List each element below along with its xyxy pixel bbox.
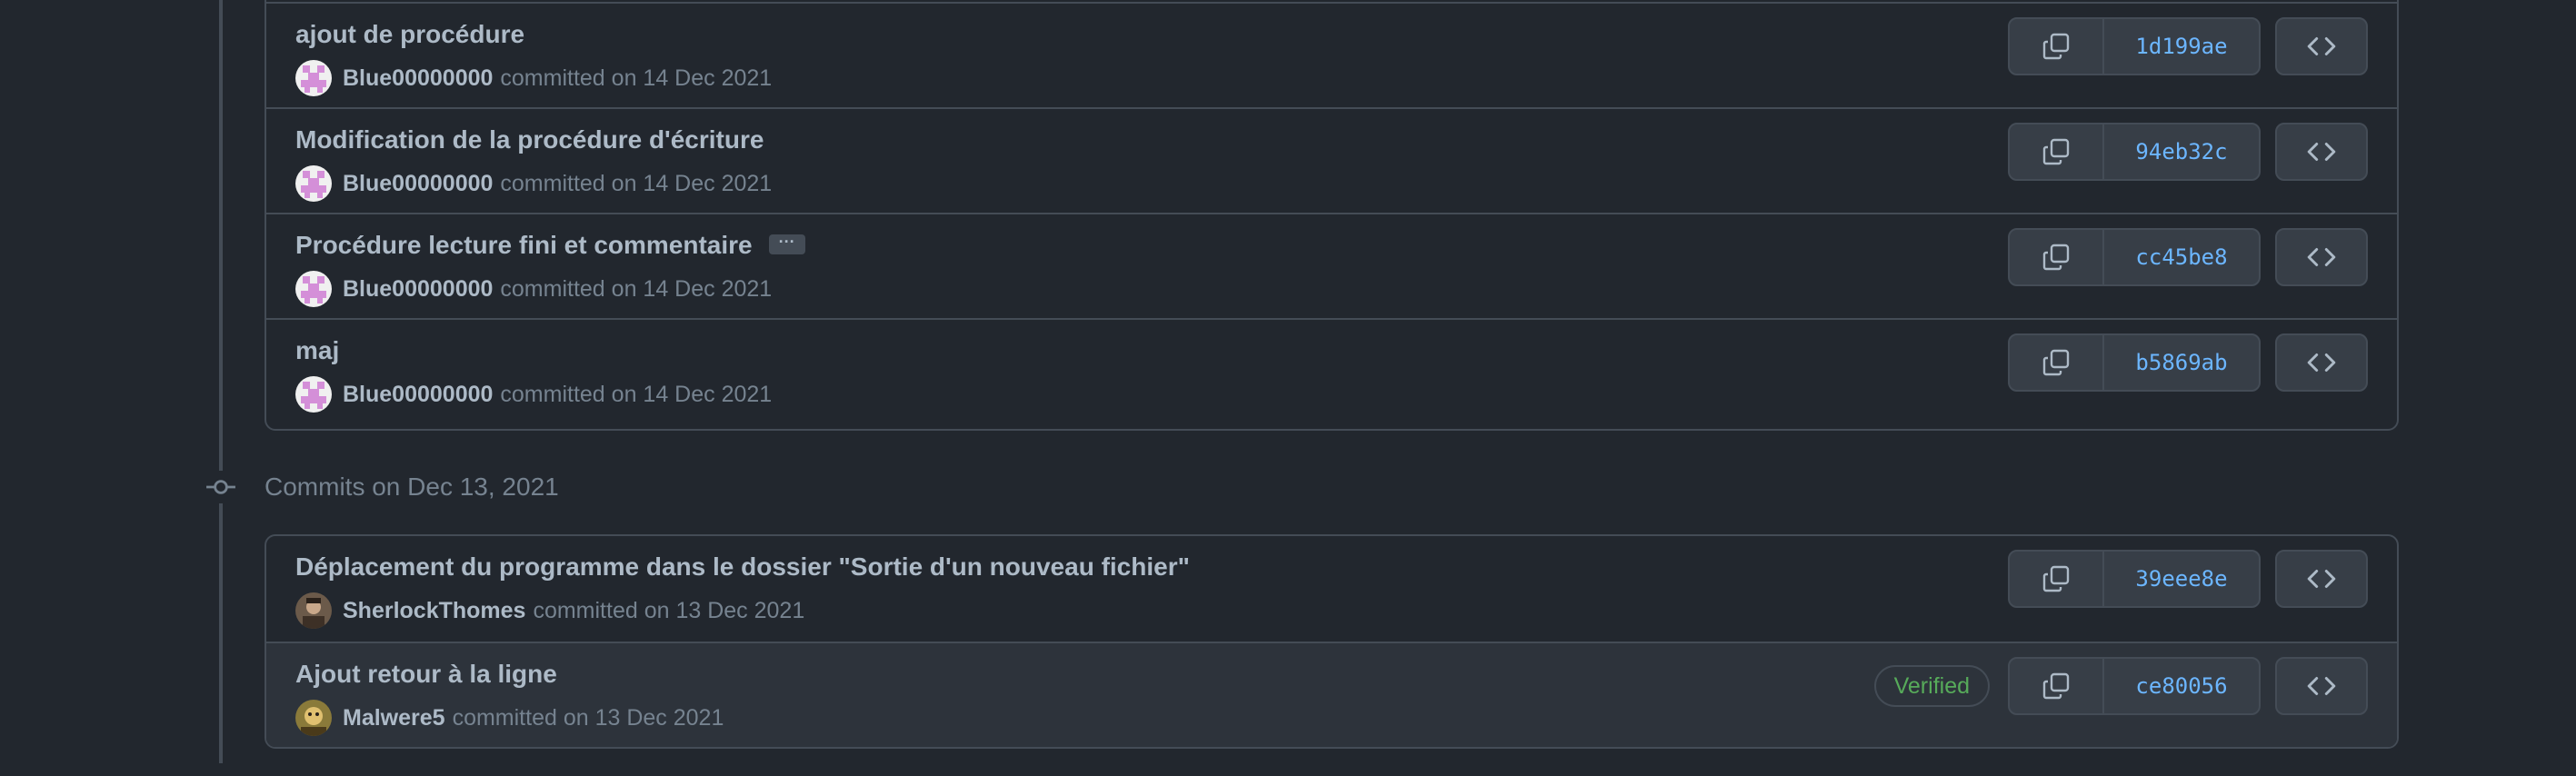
commit-actions: cc45be8	[2008, 228, 2261, 286]
browse-repo-button[interactable]	[2275, 228, 2368, 286]
avatar[interactable]	[295, 592, 332, 629]
browse-repo-button[interactable]	[2275, 17, 2368, 75]
commit-meta: Blue00000000 committed on 14 Dec 2021	[295, 165, 772, 202]
commit-row: Procédure lecture fini et commentaire ···…	[266, 213, 2397, 318]
commit-sha-link[interactable]: 1d199ae	[2104, 19, 2259, 74]
browse-repo-button[interactable]	[2275, 657, 2368, 715]
copy-sha-button[interactable]	[2010, 124, 2104, 179]
commit-date-text: committed on 14 Dec 2021	[500, 65, 773, 91]
commit-actions: 39eee8e	[2008, 550, 2261, 608]
commit-title-link[interactable]: ajout de procédure	[295, 20, 524, 49]
code-icon	[2307, 143, 2336, 161]
copy-sha-button[interactable]	[2010, 335, 2104, 390]
avatar[interactable]	[295, 165, 332, 202]
code-icon	[2307, 677, 2336, 695]
commit-author-link[interactable]: Malwere5	[343, 705, 445, 731]
browse-repo-button[interactable]	[2275, 550, 2368, 608]
commit-title-link[interactable]: Modification de la procédure d'écriture	[295, 125, 764, 154]
commit-date-text: committed on 14 Dec 2021	[500, 381, 773, 407]
commit-author-link[interactable]: Blue00000000	[343, 65, 493, 92]
avatar[interactable]	[295, 271, 332, 307]
commit-date-text: committed on 14 Dec 2021	[500, 275, 773, 302]
commit-row: ajout de procédure Blue00000000 committe…	[266, 2, 2397, 107]
copy-sha-button[interactable]	[2010, 230, 2104, 284]
commit-row: Déplacement du programme dans le dossier…	[266, 536, 2397, 642]
commit-sha-link[interactable]: ce80056	[2104, 659, 2259, 713]
commit-group-dec-14: ajout de procédure Blue00000000 committe…	[265, 0, 2399, 431]
commit-date-header: Commits on Dec 13, 2021	[205, 471, 559, 503]
commit-date-text: committed on 14 Dec 2021	[500, 170, 773, 196]
copy-sha-button[interactable]	[2010, 552, 2104, 606]
code-icon	[2307, 353, 2336, 372]
commit-sha-link[interactable]: b5869ab	[2104, 335, 2259, 390]
commit-row: maj Blue00000000 committed on 14 Dec 202…	[266, 318, 2397, 423]
commit-author-link[interactable]: SherlockThomes	[343, 598, 525, 624]
timeline-line	[219, 0, 223, 763]
expand-message-button[interactable]: ···	[768, 234, 805, 254]
avatar[interactable]	[295, 376, 332, 413]
git-commit-icon	[205, 471, 237, 503]
commit-sha-link[interactable]: 39eee8e	[2104, 552, 2259, 606]
commit-meta: SherlockThomes committed on 13 Dec 2021	[295, 592, 804, 629]
copy-icon	[2042, 349, 2070, 376]
commit-date-text: committed on 13 Dec 2021	[452, 704, 724, 731]
commit-actions: b5869ab	[2008, 333, 2261, 392]
commit-title-link: Procédure lecture fini et commentaire ···	[295, 231, 805, 260]
commit-title-text[interactable]: Procédure lecture fini et commentaire	[295, 231, 753, 259]
commit-author-link[interactable]: Blue00000000	[343, 171, 493, 197]
copy-icon	[2042, 672, 2070, 700]
avatar[interactable]	[295, 700, 332, 736]
copy-sha-button[interactable]	[2010, 19, 2104, 74]
commit-meta: Blue00000000 committed on 14 Dec 2021	[295, 60, 772, 96]
browse-repo-button[interactable]	[2275, 123, 2368, 181]
commit-title-link[interactable]: Ajout retour à la ligne	[295, 660, 557, 689]
commit-sha-link[interactable]: cc45be8	[2104, 230, 2259, 284]
copy-icon	[2042, 565, 2070, 592]
commit-author-link[interactable]: Blue00000000	[343, 382, 493, 408]
commit-author-link[interactable]: Blue00000000	[343, 276, 493, 303]
commit-date-text: committed on 13 Dec 2021	[533, 597, 805, 623]
verified-badge[interactable]: Verified	[1873, 665, 1990, 707]
commit-meta: Malwere5 committed on 13 Dec 2021	[295, 700, 724, 736]
commit-title-link[interactable]: Déplacement du programme dans le dossier…	[295, 552, 1190, 582]
commit-actions: ce80056	[2008, 657, 2261, 715]
copy-icon	[2042, 33, 2070, 60]
commit-actions: 94eb32c	[2008, 123, 2261, 181]
commit-meta: Blue00000000 committed on 14 Dec 2021	[295, 376, 772, 413]
copy-icon	[2042, 138, 2070, 165]
avatar[interactable]	[295, 60, 332, 96]
commit-actions: 1d199ae	[2008, 17, 2261, 75]
date-header-label: Commits on Dec 13, 2021	[265, 473, 559, 501]
copy-icon	[2042, 244, 2070, 271]
commit-title-link[interactable]: maj	[295, 336, 339, 365]
browse-repo-button[interactable]	[2275, 333, 2368, 392]
code-icon	[2307, 248, 2336, 266]
commit-sha-link[interactable]: 94eb32c	[2104, 124, 2259, 179]
commit-group-dec-13: Déplacement du programme dans le dossier…	[265, 534, 2399, 749]
commit-row: Modification de la procédure d'écriture …	[266, 107, 2397, 213]
commit-row: Ajout retour à la ligne Malwere5 committ…	[266, 642, 2397, 747]
commit-meta: Blue00000000 committed on 14 Dec 2021	[295, 271, 772, 307]
copy-sha-button[interactable]	[2010, 659, 2104, 713]
code-icon	[2307, 37, 2336, 55]
code-icon	[2307, 570, 2336, 588]
